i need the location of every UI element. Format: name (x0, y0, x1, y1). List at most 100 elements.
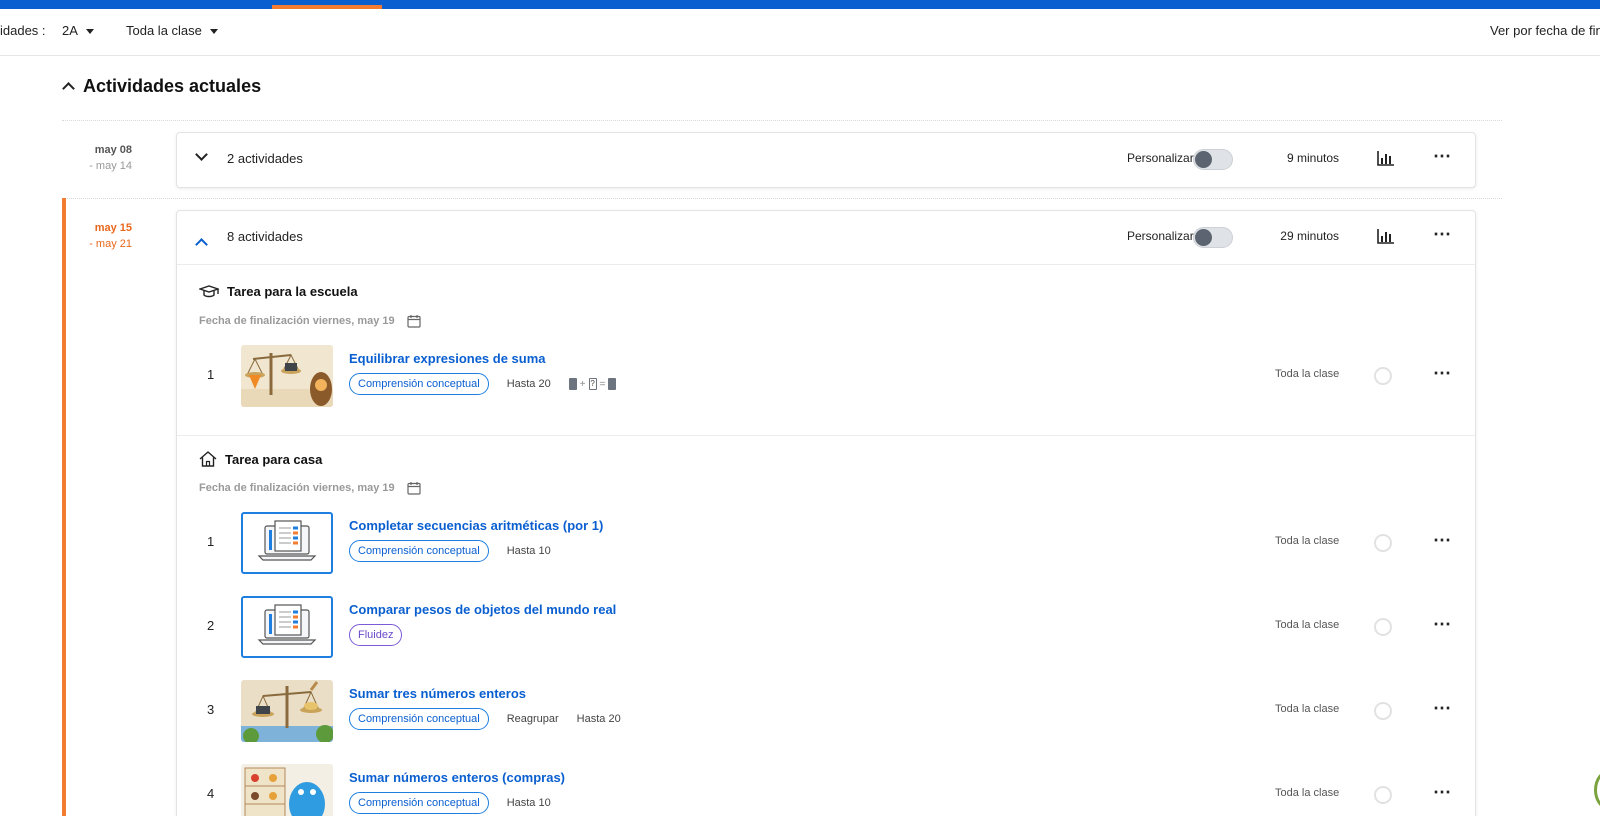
filter-bar: idades : 2A Toda la clase Ver por fecha … (0, 9, 1600, 56)
personalize-label: Personalizar (1127, 151, 1194, 165)
current-activities-header[interactable]: Actividades actuales (62, 76, 262, 97)
activity-row[interactable]: 3 Sumar tres números enteros Comprensión… (177, 678, 1475, 744)
activity-number: 4 (207, 786, 215, 801)
group-dropdown[interactable]: 2A (62, 23, 94, 38)
more-options-icon[interactable]: ⋯ (1433, 699, 1452, 717)
week-end: - may 21 (89, 238, 132, 250)
activity-method: Reagrupar (506, 713, 559, 725)
more-options-icon[interactable]: ⋯ (1433, 783, 1452, 801)
caret-down-icon (85, 29, 94, 35)
assigned-to: Toda la clase (1275, 368, 1340, 380)
skill-tag: Fluidez (349, 624, 403, 646)
activity-thumbnail[interactable] (241, 596, 333, 658)
group-title-text: Tarea para casa (225, 451, 323, 467)
personalize-toggle[interactable] (1193, 227, 1233, 248)
week-card-header[interactable]: 2 actividades Personalizar 9 minutos ⋯ (177, 133, 1475, 187)
house-icon (199, 451, 217, 467)
plus-sign: + (579, 378, 586, 390)
skill-tag: Comprensión conceptual (349, 540, 489, 562)
activity-row[interactable]: 4 Sumar números enteros (compras) Compre… (177, 762, 1475, 816)
activity-tags: Comprensión conceptual Reagrupar Hasta 2… (349, 708, 621, 730)
group-title-school: Tarea para la escuela (199, 284, 358, 299)
activity-title-link[interactable]: Equilibrar expresiones de suma (349, 351, 546, 366)
activity-title-link[interactable]: Completar secuencias aritméticas (por 1) (349, 518, 603, 533)
expand-toggle[interactable] (195, 148, 208, 161)
activity-title-link[interactable]: Comparar pesos de objetos del mundo real (349, 602, 616, 617)
activity-tags: Fluidez (349, 624, 403, 646)
divider (177, 435, 1475, 436)
activity-range: Hasta 20 (576, 713, 621, 725)
section-title: Actividades actuales (83, 76, 262, 96)
activity-count: 2 actividades (227, 151, 303, 166)
status-circle-icon (1374, 534, 1392, 552)
chevron-up-icon (62, 82, 75, 95)
equals-sign: = (599, 378, 606, 390)
activity-thumbnail[interactable] (241, 345, 333, 407)
activity-title-link[interactable]: Sumar números enteros (compras) (349, 770, 565, 785)
skill-tag: Comprensión conceptual (349, 708, 489, 730)
activity-count: 8 actividades (227, 229, 303, 244)
activity-number: 2 (207, 618, 215, 633)
laptop-worksheet-icon (257, 520, 317, 561)
activity-row[interactable]: 1 Completar secuencias aritméticas (por … (177, 510, 1475, 576)
total-minutes: 29 minutos (1280, 229, 1339, 243)
bar-chart-icon[interactable] (1377, 150, 1395, 166)
week-start: may 08 (94, 144, 132, 156)
activities-filter-label: idades : (0, 23, 46, 38)
skill-tag: Comprensión conceptual (349, 373, 489, 395)
activity-row[interactable]: 1 Equilibrar expresiones de suma Compren… (177, 343, 1475, 409)
audience-dropdown[interactable]: Toda la clase (126, 23, 218, 38)
divider (62, 120, 1502, 121)
skill-tag: Comprensión conceptual (349, 792, 489, 814)
blank-box (568, 378, 577, 390)
divider (62, 198, 1502, 199)
activity-thumbnail[interactable] (241, 764, 333, 816)
activity-tags: Comprensión conceptual Hasta 10 (349, 540, 551, 562)
week-card-collapsed: 2 actividades Personalizar 9 minutos ⋯ (176, 132, 1476, 188)
week-date-range: may 08 - may 14 (62, 142, 132, 174)
week-start: may 15 (94, 222, 132, 234)
collapse-toggle[interactable] (195, 236, 208, 251)
blank-box (608, 378, 617, 390)
chevron-down-icon (195, 148, 208, 161)
status-circle-icon (1374, 618, 1392, 636)
question-box: ? (588, 378, 597, 390)
more-options-icon[interactable]: ⋯ (1433, 531, 1452, 549)
activity-thumbnail[interactable] (241, 680, 333, 742)
due-date-text: Fecha de finalización viernes, may 19 (199, 315, 395, 327)
activity-range: Hasta 10 (506, 545, 551, 557)
activity-thumbnail[interactable] (241, 512, 333, 574)
calendar-icon[interactable] (407, 481, 421, 495)
group-dropdown-value: 2A (62, 23, 78, 38)
week-card-expanded: 8 actividades Personalizar 29 minutos ⋯ … (176, 210, 1476, 816)
chevron-up-icon (195, 238, 208, 251)
activity-row[interactable]: 2 Comparar pesos de objetos del mundo re… (177, 594, 1475, 660)
audience-dropdown-value: Toda la clase (126, 23, 202, 38)
week-card-header[interactable]: 8 actividades Personalizar 29 minutos ⋯ (177, 211, 1475, 265)
activity-tags: Comprensión conceptual Hasta 10 (349, 792, 551, 814)
more-options-icon[interactable]: ⋯ (1433, 225, 1452, 243)
week-date-range: may 15 - may 21 (62, 220, 132, 252)
personalize-toggle[interactable] (1193, 149, 1233, 170)
total-minutes: 9 minutos (1286, 151, 1339, 165)
due-date: Fecha de finalización viernes, may 19 (199, 481, 421, 495)
more-options-icon[interactable]: ⋯ (1433, 615, 1452, 633)
more-options-icon[interactable]: ⋯ (1433, 364, 1452, 382)
assigned-to: Toda la clase (1275, 787, 1340, 799)
top-brand-bar (0, 0, 1600, 9)
toggle-knob (1195, 229, 1212, 246)
activity-title-link[interactable]: Sumar tres números enteros (349, 686, 526, 701)
activity-number: 1 (207, 534, 215, 549)
activity-tags: Comprensión conceptual Hasta 20 + ? = (349, 373, 617, 395)
group-title-home: Tarea para casa (199, 451, 322, 467)
equation-pattern: + ? = (568, 378, 617, 390)
caret-down-icon (209, 29, 218, 35)
help-bubble-icon[interactable] (1594, 770, 1600, 810)
calendar-icon[interactable] (407, 314, 421, 328)
sort-by-end-date-link[interactable]: Ver por fecha de fin (1490, 23, 1600, 38)
status-circle-icon (1374, 786, 1392, 804)
bar-chart-icon[interactable] (1377, 228, 1395, 244)
week-end: - may 14 (89, 160, 132, 172)
activity-range: Hasta 20 (506, 378, 551, 390)
more-options-icon[interactable]: ⋯ (1433, 147, 1452, 165)
